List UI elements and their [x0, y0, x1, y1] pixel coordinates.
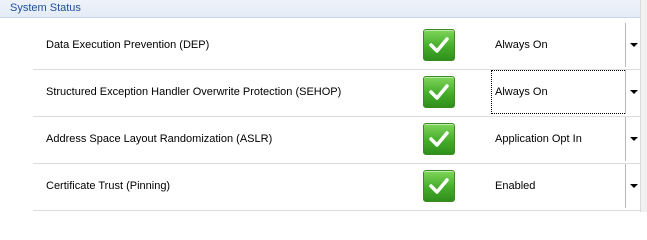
setting-label: Address Space Layout Randomization (ASLR…: [46, 133, 273, 145]
setting-dropdown[interactable]: Application Opt In: [491, 117, 641, 161]
section-title: System Status: [10, 2, 81, 14]
left-gutter: [0, 18, 33, 212]
setting-row-aslr: Address Space Layout Randomization (ASLR…: [33, 117, 641, 164]
settings-list: Data Execution Prevention (DEP) Always O…: [33, 23, 641, 211]
setting-row-sehop: Structured Exception Handler Overwrite P…: [33, 70, 641, 117]
setting-dropdown[interactable]: Always On: [491, 23, 641, 67]
setting-dropdown[interactable]: Enabled: [491, 164, 641, 208]
setting-label: Certificate Trust (Pinning): [46, 180, 171, 192]
dropdown-button[interactable]: [625, 164, 641, 208]
system-status-panel: System Status Data Execution Prevention …: [0, 0, 647, 212]
chevron-down-icon: [630, 90, 638, 94]
check-icon: [423, 76, 455, 108]
section-header: System Status: [0, 0, 641, 18]
dropdown-button[interactable]: [625, 23, 641, 67]
dropdown-value: Enabled: [495, 180, 536, 192]
chevron-down-icon: [630, 137, 638, 141]
setting-label: Data Execution Prevention (DEP): [46, 39, 210, 51]
scrollbar-track[interactable]: [640, 0, 647, 212]
chevron-down-icon: [630, 184, 638, 188]
check-icon: [423, 29, 455, 61]
setting-label: Structured Exception Handler Overwrite P…: [46, 86, 342, 98]
setting-dropdown[interactable]: Always On: [491, 70, 641, 114]
check-icon: [423, 123, 455, 155]
dropdown-button[interactable]: [625, 70, 641, 114]
chevron-down-icon: [630, 43, 638, 47]
dropdown-button[interactable]: [625, 117, 641, 161]
dropdown-value: Always On: [495, 86, 548, 98]
check-icon: [423, 170, 455, 202]
setting-row-pinning: Certificate Trust (Pinning) Enabled: [33, 164, 641, 211]
dropdown-value: Application Opt In: [495, 133, 582, 145]
dropdown-value: Always On: [495, 39, 548, 51]
setting-row-dep: Data Execution Prevention (DEP) Always O…: [33, 23, 641, 70]
